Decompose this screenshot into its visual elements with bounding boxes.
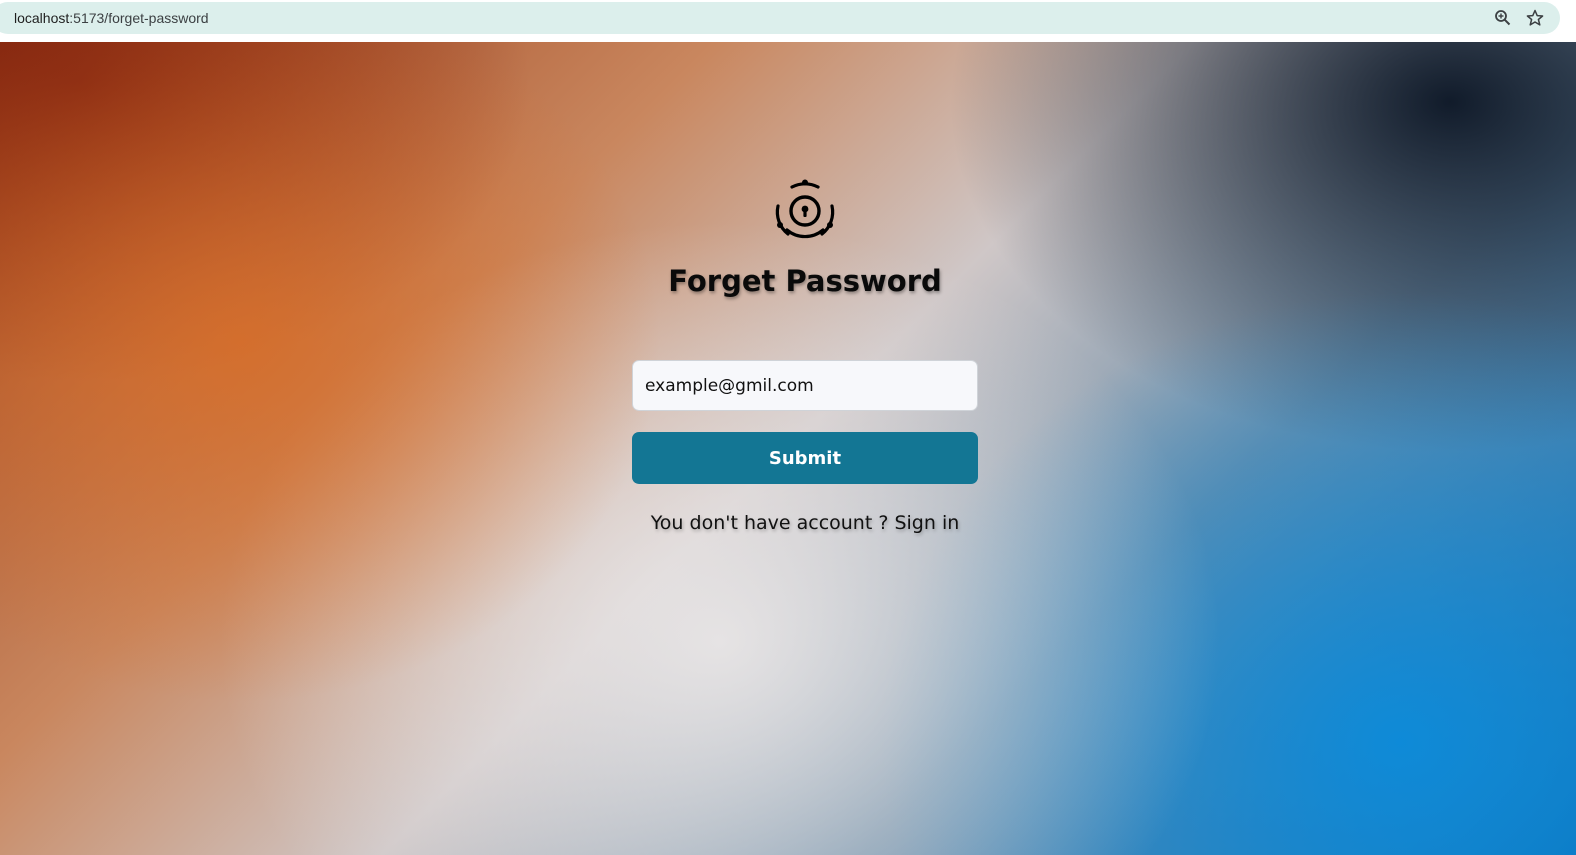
lock-orbit-icon xyxy=(772,178,838,244)
submit-button[interactable]: Submit xyxy=(632,432,978,484)
star-icon[interactable] xyxy=(1526,9,1544,27)
zoom-icon[interactable] xyxy=(1494,9,1512,27)
signin-prompt: You don't have account ? Sign in xyxy=(0,512,1576,534)
signin-prompt-text: You don't have account ? xyxy=(650,512,895,534)
email-field[interactable] xyxy=(632,360,978,411)
url-path: :5173/forget-password xyxy=(69,10,209,26)
browser-toolbar: localhost:5173/forget-password xyxy=(0,0,1576,42)
page-title: Forget Password xyxy=(668,264,942,298)
url-text[interactable]: localhost:5173/forget-password xyxy=(14,10,209,26)
signin-link[interactable]: Sign in xyxy=(894,512,959,534)
url-host: localhost xyxy=(14,10,70,26)
address-bar[interactable]: localhost:5173/forget-password xyxy=(0,2,1560,34)
forget-password-page: Forget Password Submit You don't have ac… xyxy=(0,42,1576,855)
